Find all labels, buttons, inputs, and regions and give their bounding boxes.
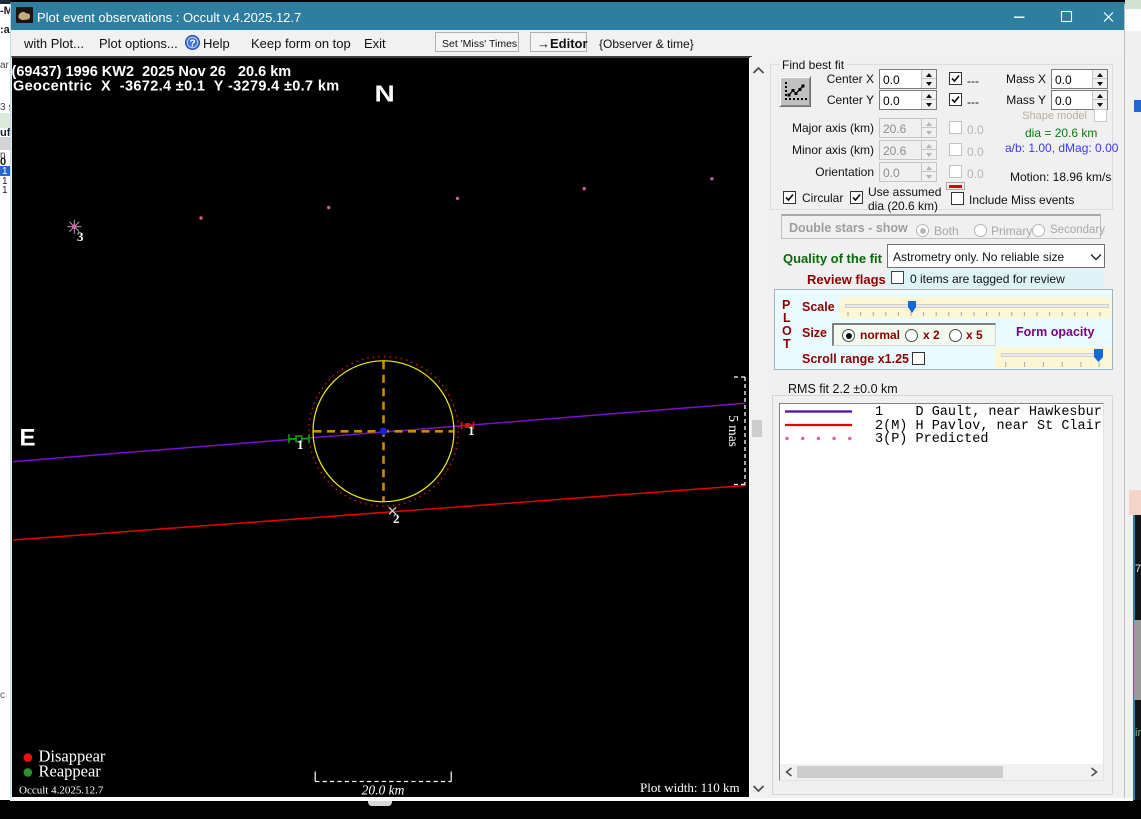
svg-text:Occult 4.2025.12.7: Occult 4.2025.12.7 — [19, 785, 104, 797]
svg-text:1: 1 — [297, 437, 304, 452]
svg-text:1: 1 — [468, 423, 475, 438]
svg-text:Reappear: Reappear — [39, 762, 102, 781]
svg-text:5 mas: 5 mas — [726, 415, 741, 447]
svg-text:N: N — [375, 82, 395, 107]
svg-text:?: ? — [189, 39, 195, 50]
svg-text:Geocentric X -3672.4 ±0.1 Y: Geocentric X -3672.4 ±0.1 Y -3279.4 ±0.7… — [13, 79, 340, 95]
svg-text:2: 2 — [393, 511, 400, 526]
svg-text:Plot width: 110 km: Plot width: 110 km — [640, 780, 740, 795]
svg-text:E: E — [20, 425, 36, 452]
svg-text:20.0 km: 20.0 km — [362, 783, 405, 798]
svg-text:3: 3 — [77, 229, 84, 244]
